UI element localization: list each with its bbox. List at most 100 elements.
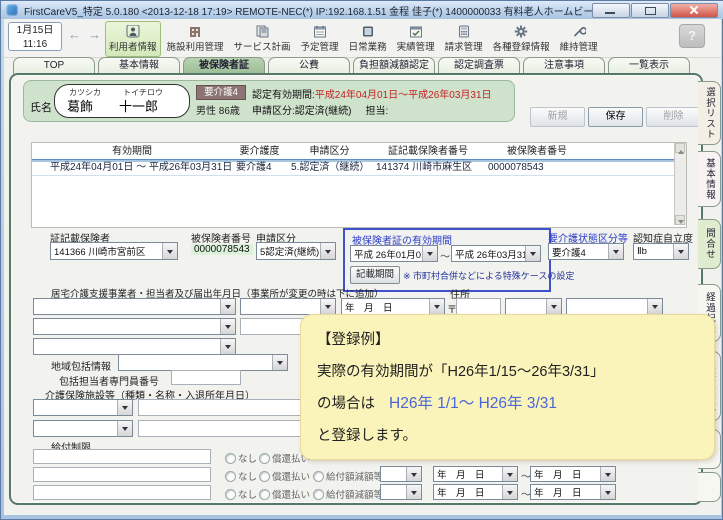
- validity-from-select[interactable]: 平成 26年01月01日: [350, 245, 438, 262]
- kisai-period-button[interactable]: 記載期間: [350, 266, 400, 284]
- chiiki-select[interactable]: [118, 354, 288, 371]
- toolbar-button-label: サービス計画: [234, 39, 291, 53]
- benefit-none-radio-2[interactable]: なし: [225, 469, 257, 483]
- tab-strip: TOP基本情報被保険者証公費負担額減額認定認定調査票注意事項一覧表示: [13, 57, 690, 74]
- toolbar-button-予定管理[interactable]: 予定管理: [297, 21, 343, 57]
- benefit-reduction-select-3[interactable]: [380, 484, 422, 500]
- toolbar-button-施設利用管理[interactable]: 施設利用管理: [163, 21, 228, 57]
- insurer-select[interactable]: 141366 川崎市宮前区: [50, 242, 178, 260]
- close-button[interactable]: [670, 3, 718, 18]
- support-office-select-3[interactable]: [33, 338, 236, 355]
- toolbar-button-維持管理[interactable]: 維持管理: [556, 21, 602, 57]
- minimize-button[interactable]: [592, 3, 630, 18]
- benefit-from-date-2[interactable]: 年 月 日: [433, 466, 518, 482]
- toolbar-button-日常業務[interactable]: 日常業務: [345, 21, 391, 57]
- houkatsu-label: 包括担当者専門員番号: [59, 373, 159, 388]
- table-row[interactable]: 平成24年04月01日 ～ 平成26年03月31日要介護45.認定済（継続）14…: [32, 160, 686, 176]
- postal-code-field[interactable]: [456, 298, 501, 315]
- wrench-icon: [572, 25, 586, 39]
- save-button[interactable]: 保存: [588, 107, 643, 127]
- insurance-history-table[interactable]: 有効期間要介護度申請区分証記載保険者番号被保険者番号 平成24年04月01日 ～…: [31, 142, 687, 228]
- table-cell: 0000078543: [484, 160, 590, 175]
- forward-arrow-icon[interactable]: →: [88, 27, 101, 42]
- benefit-field-2[interactable]: [33, 467, 211, 482]
- maximize-button[interactable]: [631, 3, 669, 18]
- table-header: 有効期間要介護度申請区分証記載保険者番号被保険者番号: [32, 143, 686, 160]
- table-header-cell: 申請区分: [287, 143, 372, 159]
- delete-button[interactable]: 削除: [646, 107, 701, 127]
- new-button[interactable]: 新規: [530, 107, 585, 127]
- tab-被保険者証[interactable]: 被保険者証: [183, 57, 265, 74]
- scroll-down-icon[interactable]: [675, 215, 685, 225]
- toolbar: 1月15日 11:16 ← → 利用者情報施設利用管理サービス計画予定管理日常業…: [4, 19, 721, 58]
- table-scrollbar[interactable]: [674, 143, 686, 225]
- tab-TOP[interactable]: TOP: [13, 57, 95, 74]
- benefit-reduction-radio-3[interactable]: 給付額減額等: [313, 487, 383, 501]
- chiiki-label: 地域包括情報: [51, 358, 111, 373]
- toolbar-buttons: 利用者情報施設利用管理サービス計画予定管理日常業務実績管理請求管理各種登録情報維…: [105, 20, 602, 56]
- plan-document-icon: [255, 25, 269, 39]
- benefit-from-date-3[interactable]: 年 月 日: [433, 484, 518, 500]
- table-cell: 要介護4: [232, 160, 287, 175]
- validity-note: ※ 市町村合併などによる特殊ケースの設定: [403, 269, 574, 282]
- dementia-select[interactable]: Ⅱb: [633, 243, 689, 260]
- validity-tilde: ～: [440, 248, 450, 263]
- side-tab-empty[interactable]: [698, 472, 721, 502]
- benefit-to-date-3[interactable]: 年 月 日: [530, 484, 616, 500]
- toolbar-button-サービス計画[interactable]: サービス計画: [230, 21, 295, 57]
- address-city-select[interactable]: [566, 298, 663, 315]
- benefit-reimburse-radio-3[interactable]: 償還払い: [259, 487, 310, 501]
- tab-基本情報[interactable]: 基本情報: [98, 57, 180, 74]
- support-office-select-1[interactable]: [33, 298, 236, 315]
- support-date-select-1[interactable]: 年 月 日: [341, 298, 445, 315]
- tab-認定調査票[interactable]: 認定調査票: [438, 57, 520, 74]
- benefit-to-date-2[interactable]: 年 月 日: [530, 466, 616, 482]
- benefit-none-radio-3[interactable]: なし: [225, 487, 257, 501]
- back-arrow-icon[interactable]: ←: [68, 27, 81, 42]
- benefit-field-3[interactable]: [33, 485, 211, 500]
- validity-to-select[interactable]: 平成 26年03月31日: [451, 245, 541, 262]
- toolbar-button-実績管理[interactable]: 実績管理: [393, 21, 439, 57]
- table-cell: 平成24年04月01日 ～ 平成26年03月31日: [32, 160, 232, 175]
- table-body: 平成24年04月01日 ～ 平成26年03月31日要介護45.認定済（継続）14…: [32, 160, 686, 176]
- name-label: 氏名: [30, 99, 52, 115]
- insured-no-label: 被保険者番号: [191, 230, 251, 245]
- toolbar-button-label: 利用者情報: [109, 39, 157, 53]
- daily-work-icon: [361, 25, 375, 39]
- scroll-up-icon[interactable]: [675, 143, 685, 153]
- benefit-none-radio-1[interactable]: なし: [225, 451, 257, 465]
- benefit-field-1[interactable]: [33, 449, 211, 464]
- facility-type-select-2[interactable]: [33, 420, 133, 437]
- help-button[interactable]: ?: [679, 24, 705, 48]
- toolbar-button-label: 各種登録情報: [493, 39, 550, 53]
- billing-calculator-icon: [457, 25, 471, 39]
- support-staff-select-1[interactable]: [240, 298, 336, 315]
- toolbar-button-label: 予定管理: [301, 39, 339, 53]
- benefit-reduction-radio-2[interactable]: 給付額減額等: [313, 469, 383, 483]
- toolbar-button-各種登録情報[interactable]: 各種登録情報: [489, 21, 554, 57]
- facility-type-select-1[interactable]: [33, 399, 133, 416]
- datetime-display: 1月15日 11:16: [8, 22, 62, 51]
- table-header-cell: 証記載保険者番号: [372, 143, 484, 159]
- tab-負担額減額認定[interactable]: 負担額減額認定: [353, 57, 435, 74]
- benefit-reduction-select-2[interactable]: [380, 466, 422, 482]
- tab-公費[interactable]: 公費: [268, 57, 350, 74]
- care-level-select[interactable]: 要介護4: [548, 243, 624, 260]
- side-tab-選択リスト[interactable]: 選択リスト: [698, 81, 721, 145]
- application-select[interactable]: 5認定済(継続): [256, 242, 336, 260]
- patient-header: 氏名 カツシカ トイチロウ 葛飾 十一郎 要介護4 男性 86歳 認定有効期間:…: [23, 80, 515, 122]
- app-icon: [6, 4, 18, 16]
- tab-一覧表示[interactable]: 一覧表示: [608, 57, 690, 74]
- table-header-cell: 要介護度: [232, 143, 287, 159]
- support-office-select-2[interactable]: [33, 318, 236, 335]
- side-tab-問合せ[interactable]: 問合せ: [698, 219, 721, 269]
- address-pref-select[interactable]: [505, 298, 562, 315]
- table-cell: 5.認定済（継続）: [287, 160, 372, 175]
- side-tab-基本情報[interactable]: 基本情報: [698, 151, 721, 207]
- toolbar-button-請求管理[interactable]: 請求管理: [441, 21, 487, 57]
- toolbar-button-利用者情報[interactable]: 利用者情報: [105, 21, 161, 57]
- note-line2: の場合はH26年 1/1～ H26年 3/31: [317, 389, 698, 421]
- benefit-reimburse-radio-2[interactable]: 償還払い: [259, 469, 310, 483]
- houkatsu-no-field[interactable]: [171, 370, 241, 385]
- tab-注意事項[interactable]: 注意事項: [523, 57, 605, 74]
